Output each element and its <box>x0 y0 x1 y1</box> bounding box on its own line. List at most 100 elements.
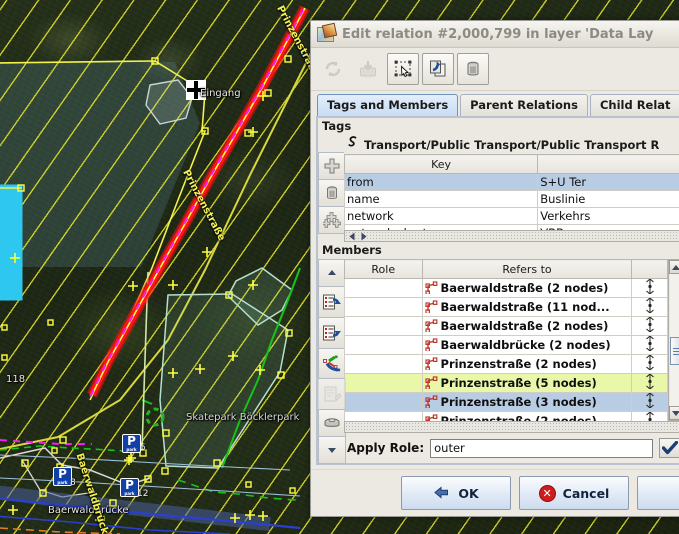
ok-button[interactable]: OK <box>401 476 511 510</box>
member-role[interactable] <box>345 298 423 317</box>
apply-role-input[interactable] <box>430 439 653 458</box>
dialog-button-row: OK ✕ Cancel <box>311 469 679 516</box>
member-refers-to[interactable]: Baerwaldstraße (2 nodes) <box>422 279 632 298</box>
ok-button-label: OK <box>458 486 478 501</box>
scroll-track[interactable] <box>670 274 679 406</box>
member-refers-to[interactable]: Prinzenstraße (3 nodes) <box>422 393 632 412</box>
map-label-skatepark: Skatepark Böcklerpark <box>186 412 299 423</box>
member-role[interactable] <box>345 336 423 355</box>
scroll-up-button[interactable] <box>669 260 679 274</box>
apply-role-confirm-button[interactable] <box>659 438 679 458</box>
member-refers-to[interactable]: Baerwaldstraße (2 nodes) <box>422 317 632 336</box>
add-selected-button[interactable] <box>318 286 346 318</box>
scroll-thumb[interactable] <box>670 337 679 365</box>
add-selected-after-button[interactable] <box>318 317 346 349</box>
member-role[interactable] <box>345 374 423 393</box>
member-role[interactable] <box>345 355 423 374</box>
tab-child-relations[interactable]: Child Relat <box>590 94 679 116</box>
tag-value[interactable]: Buslinie <box>538 191 679 208</box>
tags-table-area: Transport/Public Transport/Public Transp… <box>318 135 679 242</box>
member-link-icon[interactable] <box>632 298 668 317</box>
tag-key[interactable]: name <box>345 191 538 208</box>
table-row[interactable]: Prinzenstraße (2 nodes) <box>345 355 668 374</box>
members-table[interactable]: Role Refers to Baerwaldstraße (2 nodes)B… <box>344 259 668 431</box>
table-row[interactable]: from S+U Ter <box>345 174 679 191</box>
member-role[interactable] <box>345 317 423 336</box>
table-row[interactable]: Prinzenstraße (5 nodes) <box>345 374 668 393</box>
sort-members-button[interactable] <box>318 348 346 380</box>
help-button[interactable] <box>637 476 679 510</box>
cancel-button[interactable]: ✕ Cancel <box>519 476 629 510</box>
member-link-icon[interactable] <box>632 355 668 374</box>
map-label-parking-12: 12 <box>137 489 148 499</box>
map-label-eingang: Eingang <box>200 88 241 99</box>
table-row[interactable]: Baerwaldstraße (11 nod... <box>345 298 668 317</box>
tags-side-buttons[interactable] <box>318 135 344 242</box>
preset-line: Transport/Public Transport/Public Transp… <box>344 135 679 154</box>
table-row[interactable]: Prinzenstraße (3 nodes) <box>345 393 668 412</box>
member-refers-to[interactable]: Prinzenstraße (5 nodes) <box>422 374 632 393</box>
table-row[interactable]: name Buslinie <box>345 191 679 208</box>
move-up-button[interactable] <box>318 259 346 287</box>
table-row[interactable]: Baerwaldstraße (2 nodes) <box>345 317 668 336</box>
cancel-stop-icon: ✕ <box>539 485 556 502</box>
edit-relation-dialog[interactable]: Edit relation #2,000,799 in layer 'Data … <box>310 20 679 517</box>
members-header-link[interactable] <box>632 260 668 279</box>
parking-sign-icon-1[interactable]: Ppark <box>122 434 141 453</box>
edit-member-button[interactable] <box>318 378 346 410</box>
download-button[interactable] <box>352 53 384 85</box>
tags-and-members-panel: Tags <box>316 116 679 465</box>
paste-tags-button[interactable] <box>318 206 346 234</box>
tags-header-key[interactable]: Key <box>345 155 538 174</box>
dialog-title-bar[interactable]: Edit relation #2,000,799 in layer 'Data … <box>311 21 679 48</box>
members-horizontal-scrollbar[interactable] <box>344 421 679 433</box>
member-refers-to[interactable]: Baerwaldbrücke (2 nodes) <box>422 336 632 355</box>
member-refers-to[interactable]: Baerwaldstraße (11 nod... <box>422 298 632 317</box>
tags-horizontal-scrollbar[interactable] <box>344 230 679 242</box>
member-role[interactable] <box>345 279 423 298</box>
tags-table[interactable]: Key from S+U Ter name Buslinie <box>344 154 679 242</box>
member-link-icon[interactable] <box>632 317 668 336</box>
refresh-button[interactable] <box>317 53 349 85</box>
preset-name: Transport/Public Transport/Public Transp… <box>364 138 659 152</box>
member-role[interactable] <box>345 393 423 412</box>
members-table-area: Role Refers to Baerwaldstraße (2 nodes)B… <box>318 259 679 463</box>
tags-section-title: Tags <box>318 118 679 135</box>
apply-role-label: Apply Role: <box>347 441 424 455</box>
map-label-parking-8: 8 <box>70 478 76 488</box>
delete-button[interactable] <box>457 53 489 85</box>
member-refers-to[interactable]: Prinzenstraße (2 nodes) <box>422 355 632 374</box>
member-link-icon[interactable] <box>632 374 668 393</box>
members-section-title: Members <box>318 242 679 259</box>
apply-role-row: Apply Role: <box>344 433 679 463</box>
tag-value[interactable]: S+U Ter <box>538 174 679 191</box>
move-down-button[interactable] <box>318 436 346 464</box>
add-tag-button[interactable] <box>318 152 346 180</box>
duplicate-button[interactable] <box>422 53 454 85</box>
dialog-title: Edit relation #2,000,799 in layer 'Data … <box>342 27 653 42</box>
table-row[interactable]: Baerwaldbrücke (2 nodes) <box>345 336 668 355</box>
table-row[interactable]: Baerwaldstraße (2 nodes) <box>345 279 668 298</box>
members-header-refers-to[interactable]: Refers to <box>422 260 632 279</box>
delete-tag-button[interactable] <box>318 179 346 207</box>
map-label-118: 118 <box>6 374 25 385</box>
select-button[interactable] <box>387 53 419 85</box>
tag-key[interactable]: network <box>345 208 538 225</box>
members-side-buttons[interactable] <box>318 259 344 463</box>
member-link-icon[interactable] <box>632 393 668 412</box>
ok-arrow-icon <box>433 485 451 501</box>
tab-tags-and-members[interactable]: Tags and Members <box>317 94 458 116</box>
dialog-toolbar[interactable] <box>311 48 679 91</box>
members-vertical-scrollbar[interactable] <box>668 259 679 421</box>
download-members-button[interactable] <box>318 409 346 437</box>
members-header-role[interactable]: Role <box>345 260 423 279</box>
tag-key[interactable]: from <box>345 174 538 191</box>
scroll-down-button[interactable] <box>669 406 679 420</box>
member-link-icon[interactable] <box>632 279 668 298</box>
table-row[interactable]: network Verkehrs <box>345 208 679 225</box>
tags-header-value[interactable] <box>538 155 679 174</box>
member-link-icon[interactable] <box>632 336 668 355</box>
tab-bar[interactable]: Tags and Members Parent Relations Child … <box>311 91 679 116</box>
tag-value[interactable]: Verkehrs <box>538 208 679 225</box>
tab-parent-relations[interactable]: Parent Relations <box>460 94 588 116</box>
